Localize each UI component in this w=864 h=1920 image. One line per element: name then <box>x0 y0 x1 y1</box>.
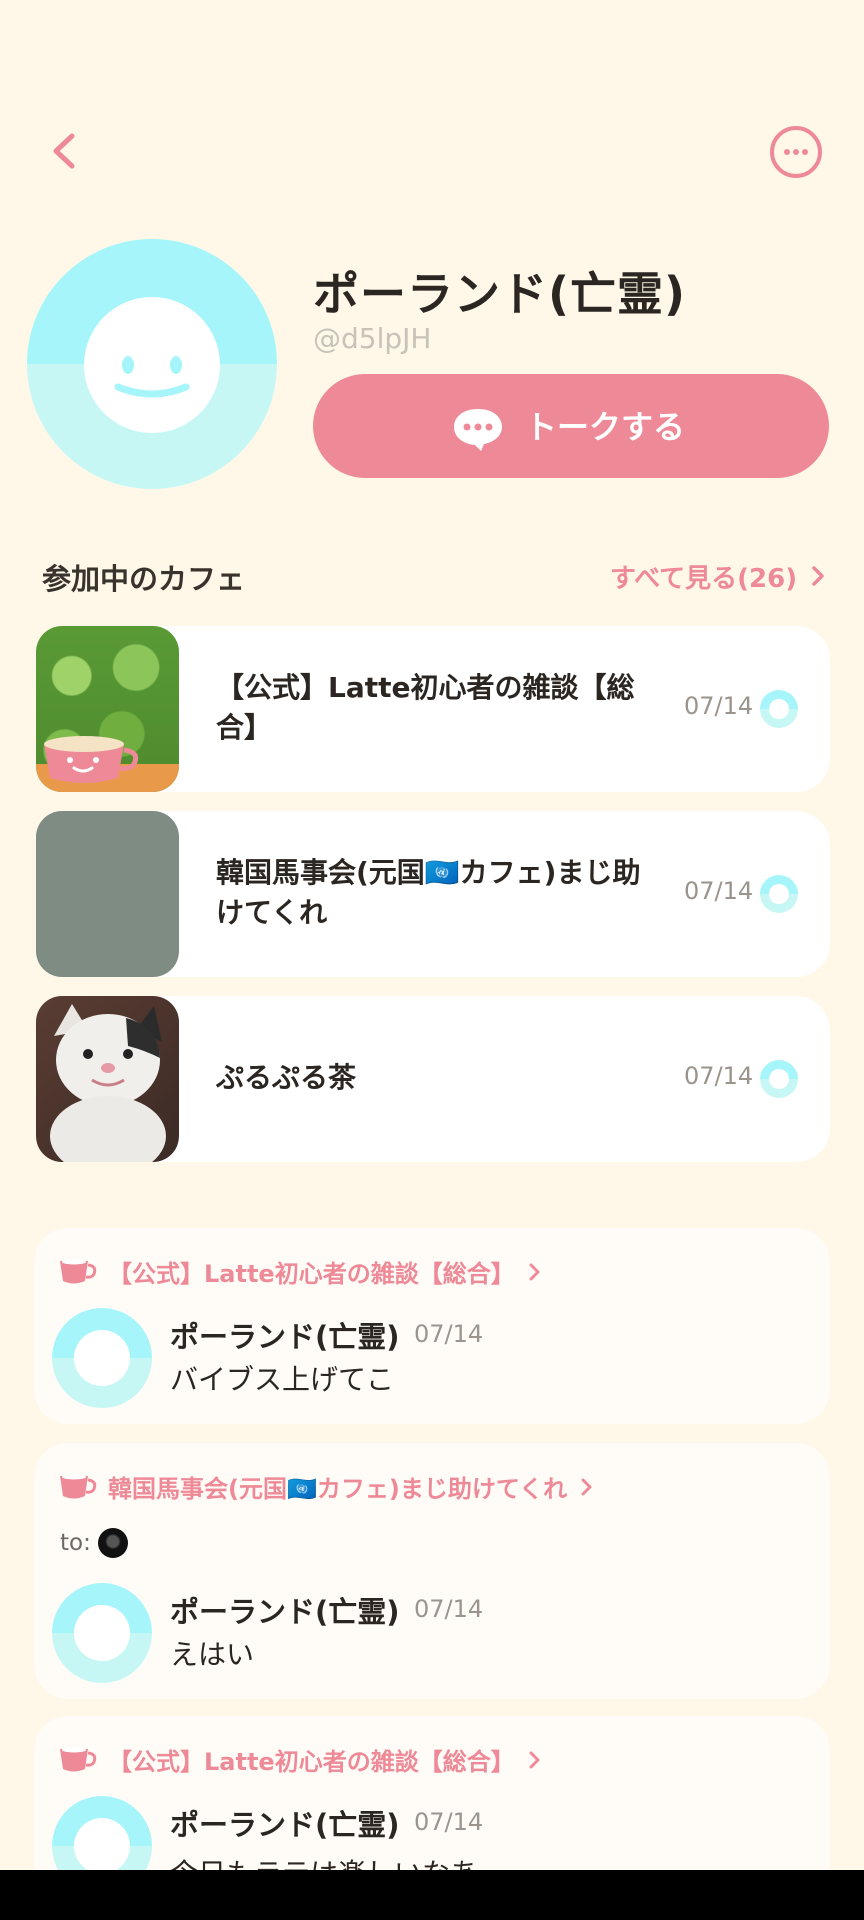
post-cafe-link[interactable]: 【公式】Latte初心者の雑談【総合】 <box>58 1742 541 1781</box>
post-date: 07/14 <box>414 1320 484 1348</box>
cafe-unread-badge-icon <box>760 1060 798 1098</box>
cat-photo-icon <box>50 1004 166 1162</box>
cafe-date: 07/14 <box>684 1062 754 1090</box>
post-text: えはい <box>170 1638 255 1671</box>
cafe-thumbnail <box>36 626 179 792</box>
post-cafe-link[interactable]: 韓国馬事会(元国🇺🇳カフェ)まじ助けてくれ <box>58 1469 593 1508</box>
more-options-button[interactable] <box>770 126 822 178</box>
profile-name: ポーランド(亡霊) <box>313 267 687 321</box>
cafe-date: 07/14 <box>684 877 754 905</box>
post-cafe-link[interactable]: 【公式】Latte初心者の雑談【総合】 <box>58 1254 541 1293</box>
chevron-right-icon <box>811 564 825 594</box>
post-author: ポーランド(亡霊) <box>170 1320 400 1354</box>
chevron-left-icon <box>53 133 75 169</box>
back-button[interactable] <box>46 126 86 176</box>
chevron-right-icon <box>529 1748 541 1776</box>
cafe-list-item[interactable]: 【公式】Latte初心者の雑談【総合】 07/14 <box>36 626 830 792</box>
cafe-name: 韓国馬事会(元国🇺🇳カフェ)まじ助けてくれ <box>216 856 641 929</box>
smiley-face-icon <box>114 356 190 398</box>
latte-cup-icon <box>36 736 179 792</box>
chevron-right-icon <box>581 1475 593 1503</box>
cafe-thumbnail <box>36 996 179 1162</box>
reply-to-avatar[interactable] <box>98 1528 128 1558</box>
cafe-name: ぷるぷる茶 <box>216 1061 357 1094</box>
post-date: 07/14 <box>414 1595 484 1623</box>
post-text: バイブス上げてこ <box>170 1363 395 1396</box>
talk-button[interactable]: トークする <box>313 374 829 478</box>
reply-to-label: to: <box>60 1530 91 1556</box>
post-author: ポーランド(亡霊) <box>170 1808 400 1842</box>
cafe-unread-badge-icon <box>760 690 798 728</box>
post-cafe-name: 【公式】Latte初心者の雑談【総合】 <box>108 1260 515 1288</box>
talk-button-label: トークする <box>525 408 686 446</box>
cup-icon <box>58 1745 98 1781</box>
cup-icon <box>58 1257 98 1293</box>
cafe-thumbnail <box>36 811 179 977</box>
cafe-date: 07/14 <box>684 692 754 720</box>
system-navigation-bar <box>0 1870 864 1920</box>
author-avatar[interactable] <box>52 1583 152 1683</box>
chevron-right-icon <box>529 1260 541 1288</box>
chat-bubble-icon <box>454 409 502 451</box>
profile-avatar <box>27 239 277 489</box>
cafe-name: 【公式】Latte初心者の雑談【総合】 <box>216 671 635 744</box>
cafe-list-item[interactable]: 韓国馬事会(元国🇺🇳カフェ)まじ助けてくれ 07/14 <box>36 811 830 977</box>
author-avatar[interactable] <box>52 1308 152 1408</box>
post-date: 07/14 <box>414 1808 484 1836</box>
see-all-label: すべて見る(26) <box>610 564 798 594</box>
cafe-list-item[interactable]: ぷるぷる茶 07/14 <box>36 996 830 1162</box>
cup-icon <box>58 1472 98 1508</box>
cafe-unread-badge-icon <box>760 875 798 913</box>
profile-handle: @d5lpJH <box>313 322 432 355</box>
see-all-link[interactable]: すべて見る(26) <box>610 558 825 595</box>
post-cafe-name: 韓国馬事会(元国🇺🇳カフェ)まじ助けてくれ <box>108 1475 568 1503</box>
post-cafe-name: 【公式】Latte初心者の雑談【総合】 <box>108 1748 515 1776</box>
post-card[interactable]: 【公式】Latte初心者の雑談【総合】 ポーランド(亡霊) 07/14 バイブス… <box>34 1228 830 1424</box>
post-author: ポーランド(亡霊) <box>170 1595 400 1629</box>
joined-cafes-title: 参加中のカフェ <box>42 562 246 596</box>
post-card[interactable]: 韓国馬事会(元国🇺🇳カフェ)まじ助けてくれ to: ポーランド(亡霊) 07/1… <box>34 1443 830 1699</box>
